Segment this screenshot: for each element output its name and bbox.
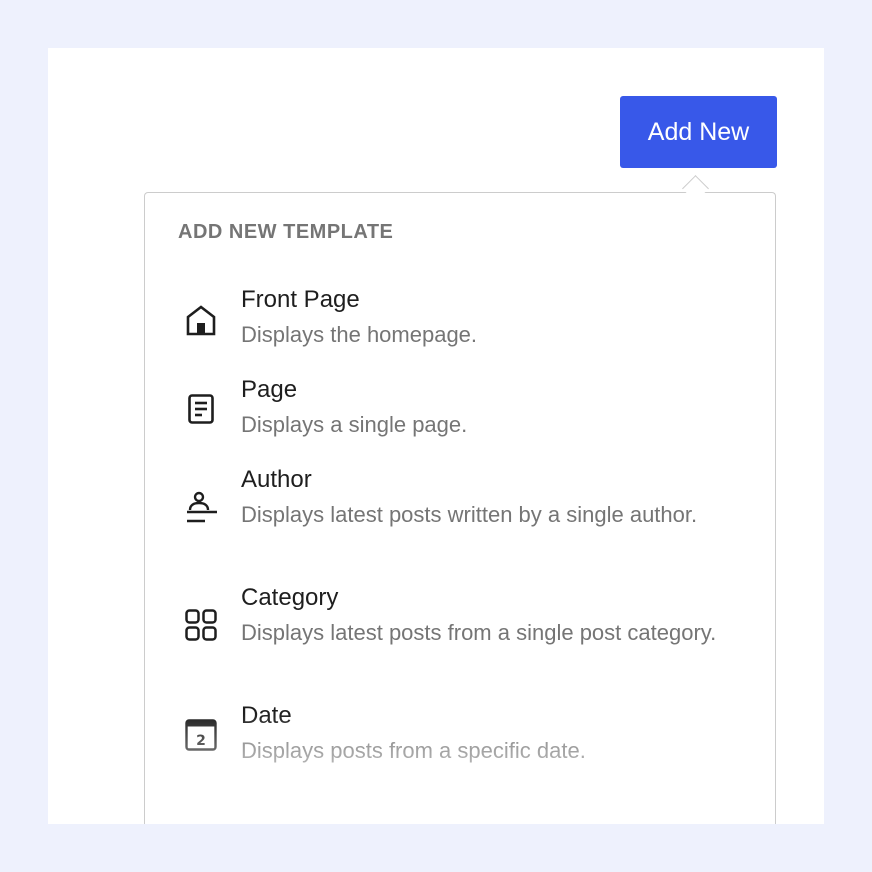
popover-heading: ADD NEW TEMPLATE: [178, 221, 394, 243]
add-new-button[interactable]: Add New: [620, 96, 777, 168]
template-item-title: Page: [241, 376, 298, 403]
author-icon: [183, 491, 219, 527]
template-item-description: Displays latest posts from a single post…: [241, 620, 717, 645]
category-icon: [183, 607, 219, 643]
add-new-template-popover: ADD NEW TEMPLATE Front Page Displays the…: [144, 192, 776, 824]
template-item-description: Displays latest posts written by a singl…: [241, 502, 698, 527]
canvas: Add New ADD NEW TEMPLATE Front Page Disp…: [48, 48, 824, 824]
template-item-front-page[interactable]: Front Page Displays the homepage.: [145, 285, 775, 355]
template-item-date[interactable]: 2 Date Displays posts from a specific da…: [145, 701, 775, 771]
template-item-title: Front Page: [241, 286, 360, 313]
calendar-day-number: 2: [196, 733, 206, 749]
template-item-category[interactable]: Category Displays latest posts from a si…: [145, 583, 775, 681]
template-item-title: Category: [241, 584, 339, 611]
calendar-icon: 2: [183, 717, 219, 753]
template-item-description: Displays the homepage.: [241, 322, 478, 347]
template-item-page[interactable]: Page Displays a single page.: [145, 375, 775, 445]
template-item-author[interactable]: Author Displays latest posts written by …: [145, 465, 775, 563]
template-item-description: Displays posts from a specific date.: [241, 738, 586, 763]
template-item-title: Date: [241, 702, 292, 729]
page-icon: [183, 391, 219, 427]
template-item-description: Displays a single page.: [241, 412, 468, 437]
template-item-title: Author: [241, 466, 312, 493]
home-icon: [183, 302, 219, 338]
